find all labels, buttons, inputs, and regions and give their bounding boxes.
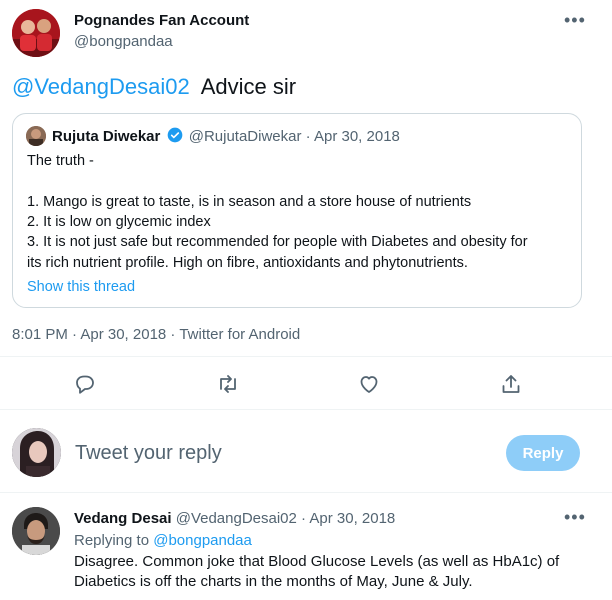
tweet-text: @VedangDesai02 Advice sir	[12, 74, 296, 100]
replying-to-label: Replying to	[74, 532, 150, 549]
like-icon[interactable]	[357, 372, 381, 396]
reply-button[interactable]: Reply	[506, 435, 580, 471]
replying-to-handle[interactable]: @bongpandaa	[153, 532, 252, 549]
tweet-text-body: Advice sir	[200, 74, 297, 99]
divider	[0, 356, 612, 357]
quoted-text-line: its rich nutrient profile. High on fibre…	[27, 255, 468, 271]
quoted-display-name: Rujuta Diwekar	[52, 128, 161, 145]
author-display-name[interactable]: Pognandes Fan Account	[74, 12, 249, 29]
reply-author-avatar[interactable]	[12, 507, 60, 555]
user-avatar[interactable]	[12, 428, 61, 477]
verified-badge-icon	[167, 127, 183, 147]
quoted-handle-date: @RujutaDiwekar · Apr 30, 2018	[188, 128, 400, 145]
retweet-icon[interactable]	[216, 372, 240, 396]
tweet-timestamp[interactable]: 8:01 PM · Apr 30, 2018 · Twitter for And…	[12, 326, 300, 343]
divider	[0, 409, 612, 410]
reply-text-line: Diabetics is off the charts in the month…	[74, 573, 473, 590]
reply-text-line: Disagree. Common joke that Blood Glucose…	[74, 553, 560, 570]
quoted-author-avatar	[26, 126, 46, 146]
reply-input[interactable]: Tweet your reply	[75, 442, 222, 465]
reply-more-options-icon[interactable]: •••	[564, 508, 586, 526]
author-handle[interactable]: @bongpandaa	[74, 33, 173, 50]
more-options-icon[interactable]: •••	[564, 11, 586, 29]
quoted-tweet-card[interactable]: Rujuta Diwekar @RujutaDiwekar · Apr 30, …	[12, 113, 582, 308]
quoted-text-line: 3. It is not just safe but recommended f…	[27, 234, 528, 250]
share-icon[interactable]	[499, 372, 523, 396]
mention-link[interactable]: @VedangDesai02	[12, 74, 190, 99]
quoted-text-line: 2. It is low on glycemic index	[27, 214, 211, 230]
author-avatar[interactable]	[12, 9, 60, 57]
divider	[0, 492, 612, 493]
reply-icon[interactable]	[73, 372, 97, 396]
quoted-header: Rujuta Diwekar @RujutaDiwekar · Apr 30, …	[52, 127, 400, 147]
quoted-text-line: 1. Mango is great to taste, is in season…	[27, 194, 472, 210]
replying-to: Replying to @bongpandaa	[74, 532, 252, 549]
reply-header: Vedang Desai @VedangDesai02 · Apr 30, 20…	[74, 510, 395, 527]
quoted-text-line: The truth -	[27, 153, 94, 169]
reply-display-name[interactable]: Vedang Desai	[74, 510, 172, 527]
show-thread-link[interactable]: Show this thread	[27, 278, 135, 296]
reply-handle-date[interactable]: @VedangDesai02 · Apr 30, 2018	[176, 510, 396, 527]
